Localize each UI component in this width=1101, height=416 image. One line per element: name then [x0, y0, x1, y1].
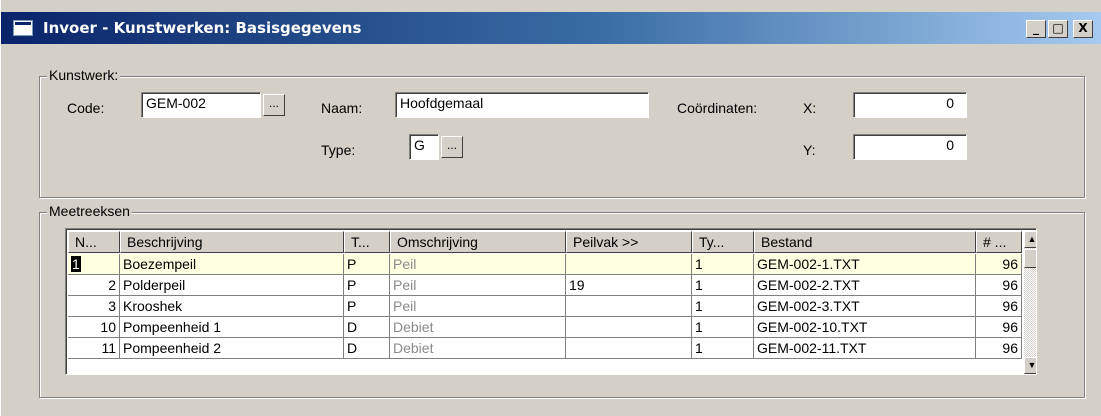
row-number: 1 [71, 256, 81, 272]
cell-t[interactable]: P [344, 296, 390, 317]
column-header-count[interactable]: # ... [976, 231, 1022, 253]
cell-count[interactable]: 96 [976, 254, 1022, 275]
column-header-bestand[interactable]: Bestand [754, 231, 976, 253]
cell-omschrijving[interactable]: Peil [390, 275, 566, 296]
scroll-up-button[interactable]: ▲ [1024, 231, 1036, 248]
cell-beschrijving[interactable]: Boezempeil [120, 254, 344, 275]
cell-bestand[interactable]: GEM-002-11.TXT [754, 338, 976, 359]
cell-beschrijving[interactable]: Pompeenheid 1 [120, 317, 344, 338]
cell-omschrijving[interactable]: Peil [390, 296, 566, 317]
cell-ty[interactable]: 1 [692, 338, 754, 359]
cell-peilvak[interactable] [566, 338, 692, 359]
cell-t[interactable]: P [344, 275, 390, 296]
cell-bestand[interactable]: GEM-002-10.TXT [754, 317, 976, 338]
title-bar[interactable]: Invoer - Kunstwerken: Basisgegevens _ □ … [1, 12, 1101, 44]
y-coordinate-field[interactable]: 0 [853, 134, 967, 160]
maximize-button[interactable]: □ [1048, 20, 1068, 38]
cell-ty[interactable]: 1 [692, 296, 754, 317]
type-label: Type: [321, 142, 356, 158]
scroll-thumb[interactable] [1024, 249, 1036, 268]
naam-field[interactable]: Hoofdgemaal [395, 92, 649, 118]
code-field[interactable]: GEM-002 [141, 92, 261, 118]
cell-count[interactable]: 96 [976, 275, 1022, 296]
cell-peilvak[interactable]: 19 [566, 275, 692, 296]
cell-n[interactable]: 2 [68, 275, 120, 296]
minimize-button[interactable]: _ [1026, 20, 1046, 38]
cell-bestand[interactable]: GEM-002-1.TXT [754, 254, 976, 275]
close-button[interactable]: X [1073, 20, 1093, 38]
cell-count[interactable]: 96 [976, 296, 1022, 317]
scroll-down-button[interactable]: ▼ [1024, 357, 1036, 374]
code-browse-button[interactable]: ... [263, 94, 285, 116]
column-header-beschrijving[interactable]: Beschrijving [120, 231, 344, 253]
x-coordinate-field[interactable]: 0 [853, 92, 967, 118]
meetreeksen-grid[interactable]: N... Beschrijving T... Omschrijving Peil… [65, 228, 1037, 375]
column-header-n[interactable]: N... [68, 231, 120, 253]
cell-ty[interactable]: 1 [692, 275, 754, 296]
cell-n[interactable]: 1 [68, 254, 120, 275]
coordinaten-label: Coördinaten: [677, 100, 758, 116]
type-field[interactable]: G [409, 134, 439, 160]
column-header-omschrijving[interactable]: Omschrijving [390, 231, 566, 253]
cell-t[interactable]: D [344, 317, 390, 338]
cell-peilvak[interactable] [566, 317, 692, 338]
cell-omschrijving[interactable]: Peil [390, 254, 566, 275]
type-browse-button[interactable]: ... [441, 136, 463, 158]
cell-bestand[interactable]: GEM-002-2.TXT [754, 275, 976, 296]
cell-bestand[interactable]: GEM-002-3.TXT [754, 296, 976, 317]
cell-omschrijving[interactable]: Debiet [390, 338, 566, 359]
naam-label: Naam: [321, 100, 363, 116]
cell-count[interactable]: 96 [976, 338, 1022, 359]
cell-count[interactable]: 96 [976, 317, 1022, 338]
cell-t[interactable]: P [344, 254, 390, 275]
cell-beschrijving[interactable]: Krooshek [120, 296, 344, 317]
cell-n[interactable]: 3 [68, 296, 120, 317]
cell-ty[interactable]: 1 [692, 254, 754, 275]
x-label: X: [803, 100, 817, 116]
code-label: Code: [67, 100, 105, 116]
cell-peilvak[interactable] [566, 254, 692, 275]
cell-beschrijving[interactable]: Polderpeil [120, 275, 344, 296]
cell-omschrijving[interactable]: Debiet [390, 317, 566, 338]
vertical-scrollbar[interactable]: ▲ ▼ [1024, 231, 1036, 374]
cell-t[interactable]: D [344, 338, 390, 359]
window-icon [13, 20, 33, 36]
cell-peilvak[interactable] [566, 296, 692, 317]
cell-beschrijving[interactable]: Pompeenheid 2 [120, 338, 344, 359]
meetreeksen-group-label: Meetreeksen [47, 203, 132, 219]
cell-n[interactable]: 11 [68, 338, 120, 359]
kunstwerk-group-label: Kunstwerk: [47, 67, 121, 83]
column-header-peilvak[interactable]: Peilvak >> [566, 231, 692, 253]
y-label: Y: [803, 142, 816, 158]
column-header-ty[interactable]: Ty... [692, 231, 754, 253]
dialog-window: Invoer - Kunstwerken: Basisgegevens _ □ … [0, 0, 1101, 416]
cell-n[interactable]: 10 [68, 317, 120, 338]
window-title: Invoer - Kunstwerken: Basisgegevens [43, 19, 362, 37]
column-header-t[interactable]: T... [344, 231, 390, 253]
cell-ty[interactable]: 1 [692, 317, 754, 338]
